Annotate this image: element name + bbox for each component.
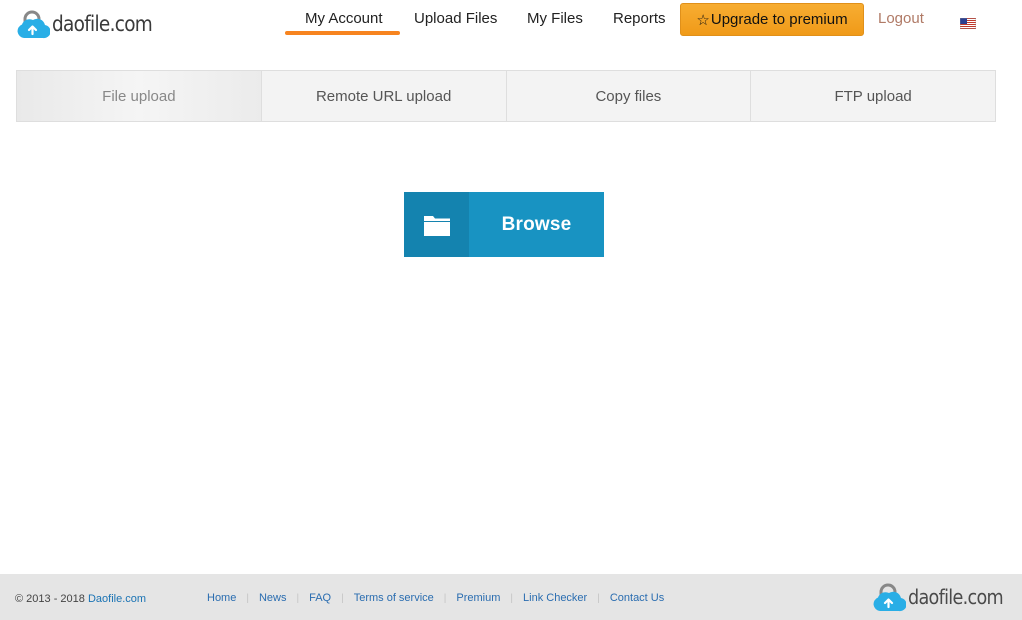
star-icon: ☆ [696,11,710,29]
footer-link-terms[interactable]: Terms of service [354,592,434,604]
footer-link-home[interactable]: Home [207,592,236,604]
footer-separator: | [443,592,447,604]
footer-separator: | [510,592,514,604]
active-nav-underline [285,31,400,35]
nav-reports[interactable]: Reports [613,10,666,27]
browse-label: Browse [501,213,572,235]
footer-logo-text: daofile.com [908,585,1004,609]
tab-ftp-upload[interactable]: FTP upload [751,71,995,121]
footer-link-faq[interactable]: FAQ [309,592,331,604]
footer-separator: | [597,592,600,604]
footer-separator: | [341,592,344,604]
copyright-text: © 2013 - 2018 [15,593,85,605]
footer-link-link-checker[interactable]: Link Checker [523,592,587,604]
footer-link-news[interactable]: News [259,592,287,604]
footer-links: Home | News | FAQ | Terms of service | P… [207,592,664,604]
us-flag-icon[interactable] [960,18,976,29]
copyright-link[interactable]: Daofile.com [88,593,146,605]
footer-link-contact[interactable]: Contact Us [610,592,664,604]
footer-logo[interactable]: daofile.com [872,582,1016,612]
tab-remote-url-upload[interactable]: Remote URL upload [262,71,507,121]
copyright: © 2013 - 2018 Daofile.com [15,593,146,605]
cloud-upload-icon [873,583,906,612]
logo-text: daofile.com [52,12,153,36]
upgrade-premium-button[interactable]: ☆ Upgrade to premium [680,3,864,36]
browse-icon-box [404,192,469,257]
header: daofile.com My Account Upload Files My F… [0,0,1022,50]
browse-button[interactable]: Browse [404,192,604,257]
footer: © 2013 - 2018 Daofile.com Home | News | … [0,574,1022,620]
tab-copy-files[interactable]: Copy files [507,71,752,121]
nav-my-account[interactable]: My Account [305,10,383,27]
tab-file-upload[interactable]: File upload [17,71,262,121]
nav-my-files[interactable]: My Files [527,10,583,27]
upload-tabs: File upload Remote URL upload Copy files… [16,70,996,122]
folder-icon [423,215,450,236]
footer-link-premium[interactable]: Premium [456,592,500,604]
nav-logout[interactable]: Logout [878,10,924,27]
site-logo[interactable]: daofile.com [16,8,166,40]
footer-separator: | [296,592,300,604]
upgrade-premium-label: Upgrade to premium [710,11,848,28]
footer-separator: | [246,592,249,604]
cloud-upload-icon [17,10,50,39]
nav-upload-files[interactable]: Upload Files [414,10,497,27]
